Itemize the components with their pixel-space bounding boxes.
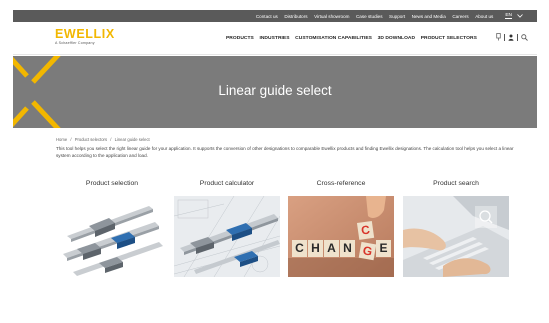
- top-link-virtual-showroom[interactable]: Virtual showroom: [314, 14, 349, 19]
- card-product-calculator[interactable]: Product calculator: [174, 180, 280, 277]
- top-link-about[interactable]: About us: [475, 14, 493, 19]
- main-nav: PRODUCTS INDUSTRIES CUSTOMISATION CAPABI…: [226, 36, 482, 41]
- linear-guide-image[interactable]: [59, 196, 165, 277]
- breadcrumb-product-selectors[interactable]: Product selectors: [75, 137, 107, 142]
- breadcrumb-separator: /: [70, 137, 72, 142]
- logo-tagline: A Schaeffler Company: [55, 41, 95, 45]
- top-link-careers[interactable]: Careers: [452, 14, 468, 19]
- nav-products[interactable]: PRODUCTS: [226, 36, 254, 41]
- ewellix-logo[interactable]: EWELLIX A Schaeffler Company: [55, 28, 115, 45]
- card-title[interactable]: Product search: [403, 180, 509, 192]
- top-link-support[interactable]: Support: [389, 14, 405, 19]
- header-icons: [496, 33, 528, 41]
- calculator-image[interactable]: [174, 196, 280, 277]
- nav-product-selectors[interactable]: PRODUCT SELECTORS: [421, 36, 477, 41]
- block-letter: A: [327, 241, 336, 255]
- top-link-news-media[interactable]: News and Media: [412, 14, 446, 19]
- top-link-contact[interactable]: Contact us: [256, 14, 278, 19]
- cross-reference-image[interactable]: C H A N C G E: [288, 196, 394, 277]
- card-product-search[interactable]: Product search: [403, 180, 509, 277]
- breadcrumb-home[interactable]: Home: [56, 137, 67, 142]
- top-link-case-studies[interactable]: Case studies: [356, 14, 383, 19]
- main-header: EWELLIX A Schaeffler Company PRODUCTS IN…: [13, 22, 537, 55]
- user-icon[interactable]: [508, 34, 514, 41]
- icon-divider: [517, 33, 518, 41]
- linear-guide-rails-illustration: [59, 196, 165, 277]
- search-icon[interactable]: [521, 33, 528, 41]
- nav-customisation[interactable]: CUSTOMISATION CAPABILITIES: [295, 36, 372, 41]
- selector-cards: Product selection Product calculator Cro…: [59, 180, 511, 280]
- nav-industries[interactable]: INDUSTRIES: [259, 36, 289, 41]
- technical-drawing-rails-illustration: [174, 196, 280, 277]
- product-search-image[interactable]: [403, 196, 509, 277]
- block-letter: H: [311, 241, 320, 255]
- hero-banner: Linear guide select: [13, 56, 537, 128]
- card-title[interactable]: Product selection: [59, 180, 165, 192]
- icon-divider: [504, 33, 505, 41]
- top-utility-bar: Contact us Distributors Virtual showroom…: [13, 10, 537, 22]
- nav-3d-download[interactable]: 3D DOWNLOAD: [378, 36, 416, 41]
- block-letter: N: [343, 241, 352, 255]
- chevron-down-icon: [517, 14, 523, 18]
- breadcrumb-current: Linear guide select: [114, 137, 150, 142]
- breadcrumb: Home / Product selectors / Linear guide …: [56, 137, 152, 142]
- change-chance-blocks-illustration: [288, 196, 394, 277]
- language-selector[interactable]: EN: [505, 13, 523, 20]
- page-title: Linear guide select: [218, 83, 332, 98]
- card-title[interactable]: Product calculator: [174, 180, 280, 192]
- card-cross-reference[interactable]: Cross-reference C H A N C G E: [288, 180, 394, 277]
- bookmark-icon[interactable]: [496, 33, 501, 41]
- block-letter-highlight: G: [361, 243, 374, 259]
- laptop-typing-illustration: [403, 196, 509, 277]
- top-link-distributors[interactable]: Distributors: [284, 14, 307, 19]
- intro-text: This tool helps you select the right lin…: [56, 146, 514, 158]
- block-letter-highlight: C: [360, 222, 371, 238]
- logo-wordmark: EWELLIX: [55, 27, 115, 41]
- language-code: EN: [505, 12, 512, 20]
- card-title[interactable]: Cross-reference: [288, 180, 394, 192]
- block-letter: C: [295, 241, 304, 255]
- card-product-selection[interactable]: Product selection: [59, 180, 165, 277]
- block-letter: E: [379, 241, 388, 255]
- breadcrumb-separator: /: [110, 137, 112, 142]
